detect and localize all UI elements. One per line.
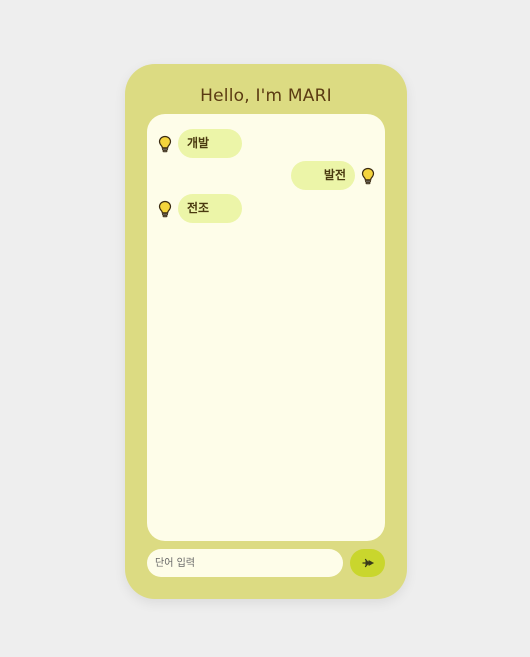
chat-message-right: 발전 bbox=[291, 161, 376, 190]
chat-app-frame: Hello, I'm MARI 개발 발전 전조 bbox=[125, 64, 407, 599]
chat-message-area[interactable]: 개발 발전 전조 bbox=[147, 114, 385, 541]
chat-message-left: 전조 bbox=[157, 194, 242, 223]
message-bubble: 발전 bbox=[291, 161, 355, 190]
message-bubble: 개발 bbox=[178, 129, 242, 158]
message-bubble: 전조 bbox=[178, 194, 242, 223]
lightbulb-icon bbox=[158, 135, 172, 152]
message-input-row bbox=[147, 549, 385, 577]
word-input[interactable] bbox=[147, 549, 343, 577]
chat-message-left: 개발 bbox=[157, 129, 242, 158]
lightbulb-icon bbox=[158, 200, 172, 217]
send-button[interactable] bbox=[350, 549, 385, 577]
send-icon bbox=[361, 558, 374, 568]
lightbulb-icon bbox=[361, 167, 375, 184]
app-title: Hello, I'm MARI bbox=[200, 86, 332, 106]
